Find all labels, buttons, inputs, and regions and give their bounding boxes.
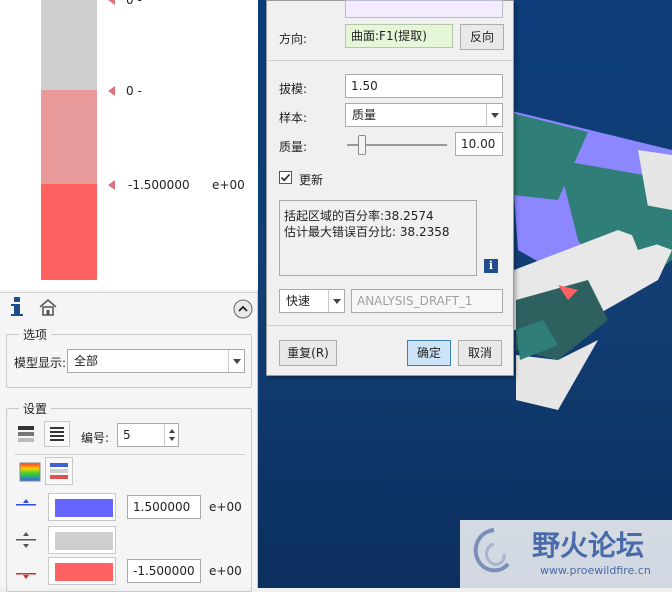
- cancel-button[interactable]: 取消: [458, 340, 502, 366]
- dialog-divider: [267, 60, 513, 61]
- options-group-title: 选项: [19, 326, 52, 343]
- number-value: 5: [123, 428, 131, 442]
- upper-limit-icon: [15, 497, 37, 513]
- direction-value: 曲面:F1(提取): [351, 29, 427, 43]
- swatch-fill: [55, 532, 113, 550]
- number-label: 编号:: [81, 431, 110, 445]
- direction-label: 方向:: [279, 32, 308, 46]
- watermark-url: www.proewildfire.cn: [540, 564, 651, 577]
- model-display-select[interactable]: 全部: [67, 349, 245, 373]
- upper-value: 1.500000: [133, 500, 191, 514]
- update-checkbox[interactable]: [279, 171, 292, 184]
- scale-segment-pink: [41, 90, 97, 184]
- scale-tick-marker[interactable]: [108, 0, 115, 5]
- middle-value-icon: [15, 531, 37, 549]
- reverse-button[interactable]: 反向: [460, 24, 504, 50]
- scale-exponent: e+00: [212, 178, 245, 192]
- mode-value: 快速: [286, 294, 311, 308]
- quality-label: 质量:: [279, 140, 308, 154]
- chevron-down-icon: [228, 350, 244, 372]
- mode-select[interactable]: 快速: [279, 289, 345, 313]
- lower-value: -1.500000: [133, 564, 195, 578]
- scale-value-field[interactable]: -1.500000: [122, 175, 206, 197]
- watermark-logo: 野火论坛 www.proewildfire.cn: [460, 520, 672, 588]
- results-line-1: 括起区域的百分率:38.2574: [284, 209, 434, 223]
- number-spinner[interactable]: 5: [117, 423, 179, 447]
- upper-value-field[interactable]: 1.500000: [127, 495, 201, 519]
- color-swatch-upper[interactable]: [48, 493, 116, 521]
- sample-select[interactable]: 质量: [345, 103, 503, 127]
- scale-tick-marker[interactable]: [108, 180, 115, 190]
- model-display-label: 模型显示:: [14, 356, 67, 370]
- discrete-mode-button[interactable]: [44, 421, 70, 447]
- settings-group: 设置 编号: 5 1.500000 e+00 -1.500000 e+00: [6, 400, 252, 592]
- scale-segment-red: [41, 184, 97, 280]
- options-group: 选项 模型显示: 全部: [6, 326, 252, 388]
- model-display-value: 全部: [74, 354, 99, 368]
- quality-slider[interactable]: [347, 133, 449, 157]
- settings-group-title: 设置: [19, 400, 52, 417]
- results-box: 括起区域的百分率:38.2574 估计最大错误百分比: 38.2358: [279, 200, 477, 276]
- info-icon[interactable]: [10, 297, 24, 317]
- custom-color-button[interactable]: [45, 457, 73, 485]
- scale-label: 0 -: [126, 84, 142, 98]
- dialog-divider: [267, 325, 513, 326]
- lower-exponent: e+00: [209, 564, 242, 578]
- scale-value-text: -1.500000: [128, 178, 190, 192]
- analysis-name: ANALYSIS_DRAFT_1: [357, 294, 473, 308]
- draft-analysis-dialog: 方向: 曲面:F1(提取) 反向 拔模: 1.50 样本: 质量 质量: 10.…: [266, 0, 514, 376]
- swatch-fill: [55, 563, 113, 581]
- slider-thumb[interactable]: [358, 135, 366, 155]
- panel-toolbar: [0, 292, 258, 322]
- scale-segment-grey: [41, 0, 97, 90]
- upper-exponent: e+00: [209, 500, 242, 514]
- ok-button[interactable]: 确定: [407, 340, 451, 366]
- chevron-down-icon: [328, 290, 344, 312]
- draft-input[interactable]: 1.50: [345, 74, 503, 98]
- lower-limit-icon: [15, 565, 37, 581]
- quality-input[interactable]: 10.00: [455, 132, 503, 156]
- forum-logo-icon: [473, 528, 510, 573]
- analysis-name-field[interactable]: ANALYSIS_DRAFT_1: [351, 289, 503, 313]
- sample-label: 样本:: [279, 111, 308, 125]
- draft-label: 拔模:: [279, 82, 308, 96]
- info-icon[interactable]: i: [484, 259, 498, 273]
- spectrum-color-button[interactable]: [17, 459, 43, 485]
- scale-tick-marker[interactable]: [108, 86, 115, 96]
- spinner-arrows-icon[interactable]: [164, 424, 178, 446]
- draft-value: 1.50: [351, 79, 378, 93]
- quality-value: 10.00: [461, 137, 496, 151]
- repeat-button[interactable]: 重复(R): [279, 340, 337, 366]
- chevron-down-icon: [486, 104, 502, 126]
- home-icon[interactable]: [38, 298, 58, 316]
- lower-value-field[interactable]: -1.500000: [127, 559, 201, 583]
- scale-label: 0 -: [126, 0, 142, 7]
- gradient-mode-button[interactable]: [15, 423, 37, 445]
- watermark-title: 野火论坛: [532, 529, 645, 562]
- direction-collector[interactable]: 曲面:F1(提取): [345, 24, 453, 48]
- color-scale: 0 - 0 - -1.500000 e+00: [0, 0, 258, 290]
- results-line-2: 估计最大错误百分比: 38.2358: [284, 225, 450, 239]
- update-label: 更新: [299, 173, 324, 187]
- color-swatch-lower[interactable]: [48, 557, 116, 585]
- swatch-fill: [55, 499, 113, 517]
- sample-value: 质量: [352, 108, 377, 122]
- reference-collector[interactable]: [345, 0, 503, 18]
- color-scale-panel: 0 - 0 - -1.500000 e+00 选项 模型显示: 全部 设置 编号…: [0, 0, 258, 592]
- color-swatch-middle[interactable]: [48, 526, 116, 554]
- collapse-icon[interactable]: [233, 299, 253, 319]
- checkmark-icon: [280, 173, 291, 182]
- settings-divider: [15, 454, 245, 455]
